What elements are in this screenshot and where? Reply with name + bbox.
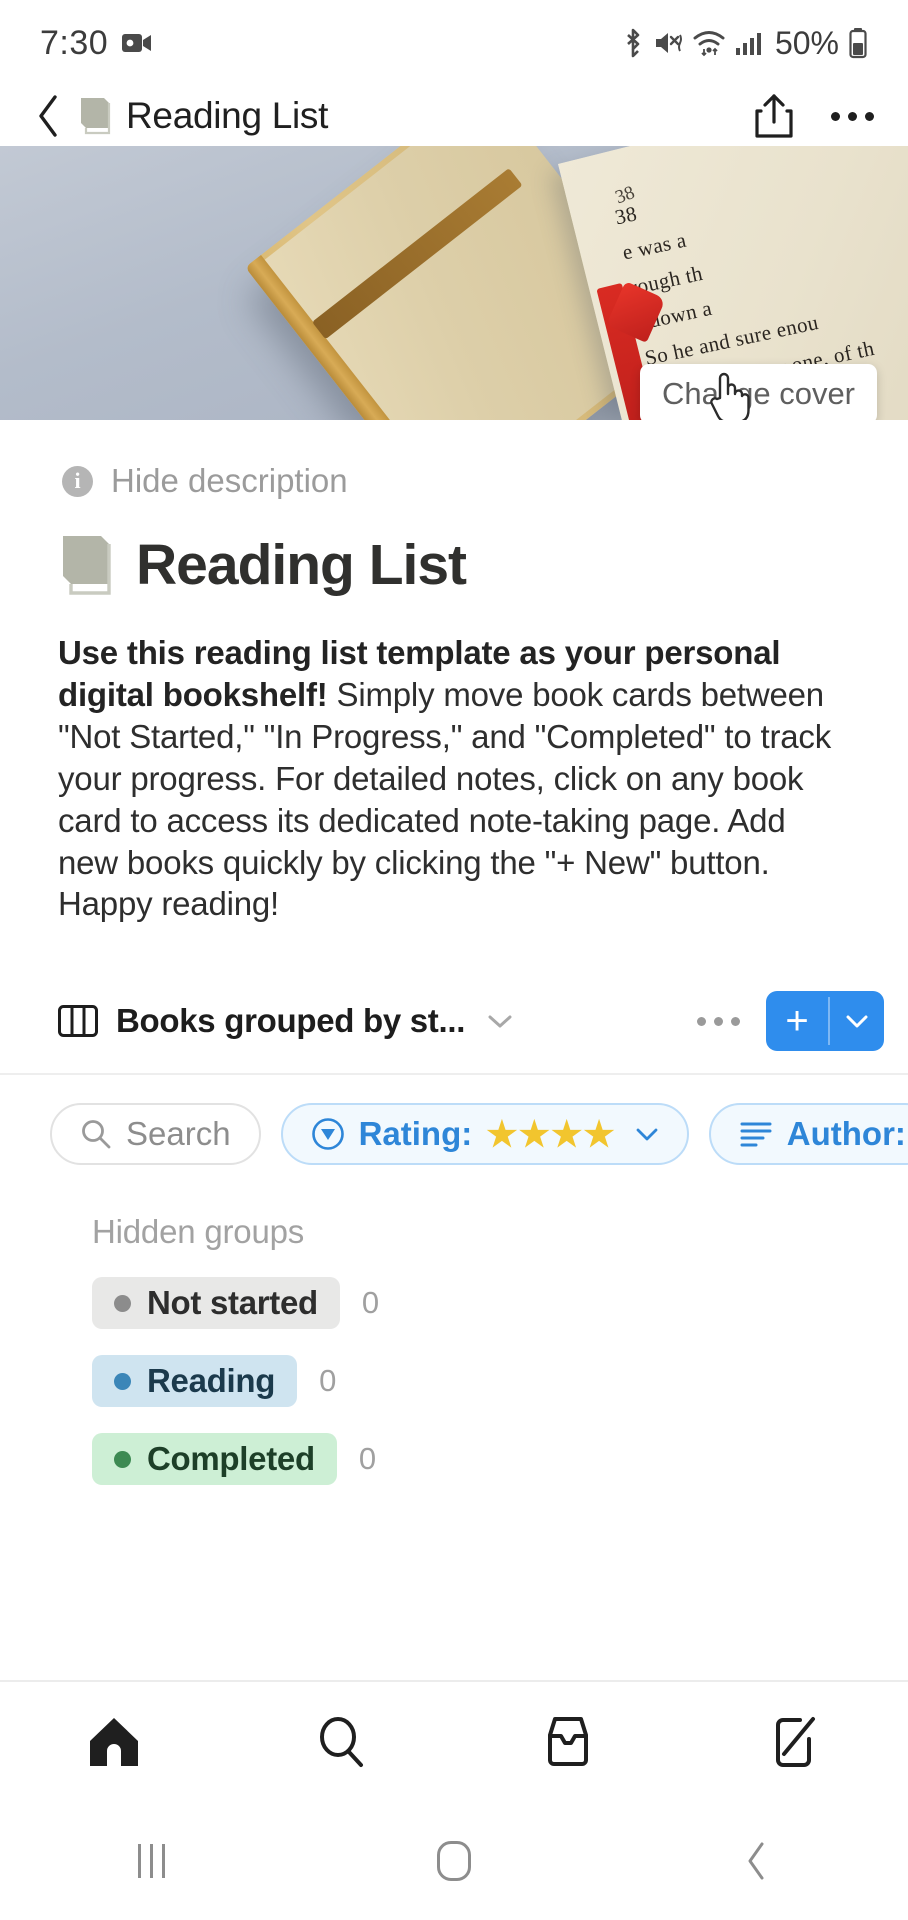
status-dot <box>114 1450 131 1468</box>
top-bar-actions <box>748 90 878 142</box>
back-chevron-icon <box>39 95 57 137</box>
notebook-page-icon <box>81 98 111 135</box>
chevron-down-icon[interactable] <box>487 1013 513 1029</box>
status-bar-left: 7:30 <box>40 24 152 63</box>
search-icon <box>82 1120 111 1149</box>
hidden-group-pill-not-started[interactable]: Not started <box>92 1277 340 1330</box>
hidden-group-label: Completed <box>147 1440 315 1478</box>
rating-chip-label: Rating: <box>358 1115 473 1153</box>
share-icon <box>755 94 793 138</box>
status-dot <box>114 1372 131 1390</box>
hidden-group-count: 0 <box>319 1363 337 1399</box>
search-chip-label: Search <box>126 1115 231 1153</box>
hide-description-label: Hide description <box>111 462 348 499</box>
rating-filter-chip[interactable]: Rating: ★ ★ ★ ★ <box>280 1103 689 1166</box>
nav-item-inbox[interactable] <box>454 1715 681 1769</box>
nav-item-search[interactable] <box>227 1715 454 1769</box>
hide-description-button[interactable]: i Hide description <box>0 420 908 500</box>
back-chevron-icon <box>748 1842 764 1880</box>
view-toolbar: Books grouped by st... + <box>0 951 908 1076</box>
nav-item-home[interactable] <box>0 1715 227 1769</box>
compose-icon <box>775 1717 815 1767</box>
info-icon: i <box>62 465 93 497</box>
notebook-page-icon[interactable] <box>58 534 114 596</box>
hidden-group-count: 0 <box>361 1285 380 1321</box>
wifi-icon <box>693 31 725 57</box>
search-icon <box>319 1717 363 1767</box>
hidden-group-count: 0 <box>358 1441 377 1477</box>
bluetooth-icon <box>627 28 640 58</box>
hidden-groups-title: Hidden groups <box>92 1213 305 1251</box>
cover-image[interactable]: 38 38 e was a rough th t down a So he an… <box>0 146 908 420</box>
share-button[interactable] <box>748 90 800 142</box>
android-system-nav <box>0 1802 908 1920</box>
sysnav-home-button[interactable] <box>303 1841 606 1881</box>
author-filter-chip[interactable]: Author: <box>708 1103 908 1166</box>
page-body: i Hide description Reading List Use this… <box>0 420 908 1486</box>
author-chip-label: Author: <box>786 1115 906 1153</box>
new-item-dropdown-button[interactable] <box>830 991 884 1051</box>
inbox-icon <box>547 1717 588 1766</box>
star-icon: ★ <box>486 1114 518 1154</box>
hidden-group-row[interactable]: Not started 0 <box>92 1277 908 1330</box>
board-view-icon <box>58 1005 98 1038</box>
hidden-group-row[interactable]: Completed 0 <box>92 1433 908 1486</box>
mute-vibrate-icon <box>655 33 682 53</box>
page-title[interactable]: Reading List <box>136 532 467 598</box>
new-item-button-group: + <box>766 991 884 1052</box>
cellular-signal-icon <box>735 33 761 55</box>
nav-item-new-page[interactable] <box>681 1715 908 1769</box>
home-circle-icon <box>437 1841 471 1881</box>
change-cover-button[interactable]: Change cover <box>640 364 878 420</box>
sysnav-back-button[interactable] <box>605 1841 908 1881</box>
chevron-down-icon <box>636 1128 658 1141</box>
star-icon: ★ <box>583 1114 615 1154</box>
status-bar: 7:30 50% <box>0 0 908 86</box>
star-icon: ★ <box>551 1114 583 1154</box>
page-description[interactable]: Use this reading list template as your p… <box>0 598 908 925</box>
hidden-group-label: Not started <box>147 1284 318 1322</box>
status-dot <box>114 1294 131 1312</box>
recents-icon <box>137 1844 165 1878</box>
new-item-button[interactable]: + <box>766 991 828 1051</box>
hidden-group-label: Reading <box>147 1362 276 1400</box>
hidden-group-pill-completed[interactable]: Completed <box>92 1433 337 1486</box>
status-clock: 7:30 <box>40 23 109 62</box>
filter-circle-icon <box>311 1118 344 1151</box>
bottom-navigation-bar <box>0 1680 908 1802</box>
page-title-top-bar: Reading List <box>126 95 329 136</box>
app-top-bar: Reading List <box>0 86 908 146</box>
chevron-down-icon <box>846 1015 868 1028</box>
page-title-row: Reading List <box>0 500 908 598</box>
hidden-groups-section: Hidden groups Not started 0 Reading 0 Co… <box>0 1167 908 1486</box>
search-chip[interactable]: Search <box>50 1103 261 1166</box>
screen-record-icon <box>122 34 152 52</box>
sort-lines-icon <box>740 1122 772 1147</box>
hidden-group-row[interactable]: Reading 0 <box>92 1355 908 1408</box>
star-icon: ★ <box>518 1114 550 1154</box>
view-options-icon[interactable] <box>697 1016 740 1026</box>
rating-stars: ★ ★ ★ ★ <box>486 1117 615 1152</box>
hidden-group-pill-reading[interactable]: Reading <box>92 1355 298 1408</box>
more-options-icon <box>830 111 874 121</box>
filter-chips-row: Search Rating: ★ ★ ★ ★ Author: <box>0 1075 908 1167</box>
sysnav-recents-button[interactable] <box>0 1844 303 1878</box>
battery-icon <box>849 28 867 59</box>
more-options-button[interactable] <box>826 90 878 142</box>
current-view-name[interactable]: Books grouped by st... <box>116 1002 465 1040</box>
home-icon <box>89 1718 138 1766</box>
battery-percent: 50% <box>774 24 839 61</box>
view-toolbar-actions: + <box>697 991 884 1052</box>
status-bar-right: 50% <box>622 25 868 62</box>
back-button[interactable] <box>26 93 72 139</box>
